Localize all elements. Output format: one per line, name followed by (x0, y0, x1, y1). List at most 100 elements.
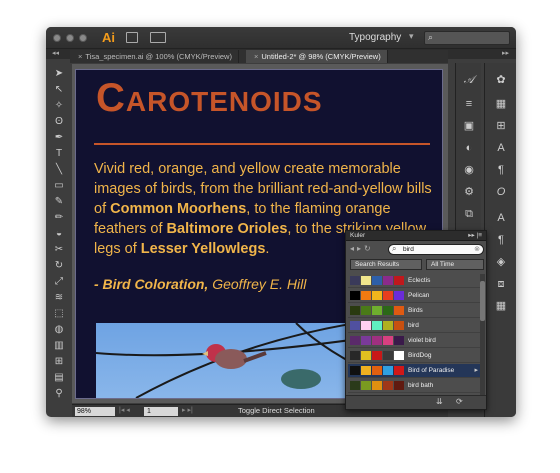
kuler-filter-select[interactable]: Search Results (350, 259, 422, 270)
status-text[interactable]: Toggle Direct Selection (238, 406, 315, 415)
close-window-button[interactable] (53, 34, 61, 42)
kuler-scroll-thumb[interactable] (480, 281, 485, 321)
artboard-quote[interactable]: - Bird Coloration, Geoffrey E. Hill (94, 276, 306, 292)
heading-rule[interactable] (94, 143, 430, 145)
kuler-time-select[interactable]: All Time (426, 259, 484, 270)
paragraph-icon[interactable]: ¶ (494, 163, 508, 177)
appearance-icon[interactable]: ⚙ (462, 185, 476, 199)
previous-artboard-icon[interactable]: |◂ ◂ (119, 406, 130, 414)
zoom-window-button[interactable] (79, 34, 87, 42)
direct-selection-tool-icon[interactable]: ↖ (52, 83, 66, 96)
paintbrush-tool-icon[interactable]: ✎ (52, 195, 66, 208)
add-to-swatches-icon[interactable]: ⇊ (436, 397, 443, 406)
close-icon[interactable]: × (78, 52, 82, 61)
kuler-theme-row[interactable]: Birds (348, 304, 482, 318)
help-search-input[interactable]: ⌕ (424, 31, 510, 45)
tab-tisa-specimen[interactable]: × Tisa_specimen.ai @ 100% (CMYK/Preview) (70, 50, 239, 63)
panel-menu-icon[interactable]: ▸▸ |≡ (468, 231, 482, 239)
color-swatch (361, 336, 371, 345)
body-text: . (265, 241, 270, 257)
lasso-tool-icon[interactable]: ʘ (52, 115, 66, 128)
arrange-documents-icon[interactable] (150, 32, 166, 43)
kuler-header[interactable]: Kuler ▸▸ |≡ (346, 231, 486, 241)
refresh-icon[interactable]: ⟳ (456, 397, 463, 406)
color-swatch (350, 321, 360, 330)
kuler-theme-row[interactable]: bird bath (348, 379, 482, 393)
chevron-down-icon[interactable]: ▾ (409, 31, 414, 42)
pen-tool-icon[interactable]: ✒ (52, 131, 66, 144)
kuler-theme-name: bird bath (408, 382, 434, 389)
type-tool-icon[interactable]: T (52, 147, 66, 160)
color-swatch (350, 366, 360, 375)
character-styles-icon[interactable]: 𝒜 (462, 73, 476, 87)
kuler-theme-row[interactable]: BirdDog (348, 349, 482, 363)
kuler-nav-icons[interactable]: ◂▸↻ (350, 244, 374, 253)
artboard-heading[interactable]: Carotenoids (96, 76, 323, 121)
stroke-icon[interactable]: ◉ (462, 163, 476, 177)
clear-search-icon[interactable]: ⊗ (474, 245, 480, 253)
kuler-theme-name: Eclectis (408, 277, 431, 284)
swatches-icon[interactable]: ▦ (494, 97, 508, 111)
bridge-icon[interactable] (126, 32, 138, 43)
kuler-theme-row[interactable]: Pelican (348, 289, 482, 303)
zoom-select[interactable]: 98% (75, 407, 115, 416)
shape-builder-tool-icon[interactable]: ◍ (52, 323, 66, 336)
expand-arrows-icon[interactable]: ▸▸ (502, 49, 509, 57)
selection-tool-icon[interactable]: ➤ (52, 67, 66, 80)
color-swatch (350, 291, 360, 300)
links-icon[interactable]: ⧉ (462, 207, 476, 221)
close-icon[interactable]: × (254, 52, 258, 61)
align-icon[interactable]: ≡ (462, 97, 476, 111)
color-swatch (394, 321, 404, 330)
quote-author: Geoffrey E. Hill (208, 276, 307, 292)
minimize-window-button[interactable] (66, 34, 74, 42)
warp-tool-icon[interactable]: ≋ (52, 291, 66, 304)
color-swatch (372, 321, 382, 330)
mesh-tool-icon[interactable]: ⊞ (52, 355, 66, 368)
kuler-theme-row[interactable]: Bird of Paradise ▸ (348, 364, 482, 378)
magic-wand-tool-icon[interactable]: ✧ (52, 99, 66, 112)
color-swatch (383, 351, 393, 360)
color-icon[interactable]: ✿ (494, 73, 508, 87)
chevron-right-icon[interactable]: ▸ (474, 366, 478, 374)
layers-icon[interactable]: ◈ (494, 255, 508, 269)
text-wrap-icon[interactable]: A (494, 211, 508, 225)
rectangle-tool-icon[interactable]: ▭ (52, 179, 66, 192)
pencil-tool-icon[interactable]: ✏ (52, 211, 66, 224)
color-swatch (350, 351, 360, 360)
color-swatch (394, 381, 404, 390)
kuler-panel: Kuler ▸▸ |≡ ◂▸↻ ⌕ bird ⊗ Search Results … (345, 230, 487, 410)
symbols-icon[interactable]: ⊞ (494, 119, 508, 133)
color-swatch (383, 276, 393, 285)
artboards-icon[interactable]: ⧈ (494, 277, 508, 291)
glyphs-icon[interactable]: O (494, 185, 508, 199)
workspace-switcher[interactable]: Typography (349, 32, 401, 43)
tab-untitled-2[interactable]: × Untitled-2* @ 98% (CMYK/Preview) (246, 50, 388, 63)
kuler-theme-row[interactable]: bird (348, 319, 482, 333)
scale-tool-icon[interactable]: ⤢ (52, 275, 66, 288)
blob-brush-tool-icon[interactable]: ◒ (52, 227, 66, 240)
opentype-icon[interactable]: ¶ (494, 233, 508, 247)
graph-tool-icon[interactable]: ▥ (52, 339, 66, 352)
kuler-theme-row[interactable]: Eclectis (348, 274, 482, 288)
kuler-theme-row[interactable]: violet bird (348, 334, 482, 348)
color-swatch (372, 291, 382, 300)
free-transform-tool-icon[interactable]: ⬚ (52, 307, 66, 320)
collapse-arrows-icon[interactable]: ◂◂ (52, 49, 59, 57)
scissors-tool-icon[interactable]: ✂ (52, 243, 66, 256)
eyedropper-tool-icon[interactable]: ⚲ (52, 387, 66, 400)
color-swatch (394, 336, 404, 345)
color-swatch (394, 306, 404, 315)
rotate-tool-icon[interactable]: ↻ (52, 259, 66, 272)
character-icon[interactable]: A (494, 141, 508, 155)
kuler-icon[interactable]: ▦ (494, 299, 508, 313)
gradient-icon[interactable]: ▣ (462, 119, 476, 133)
color-swatch (361, 321, 371, 330)
line-tool-icon[interactable]: ╲ (52, 163, 66, 176)
kuler-search-input[interactable]: ⌕ bird ⊗ (388, 244, 484, 255)
transparency-icon[interactable]: ◐ (462, 141, 476, 155)
artboard-number-select[interactable]: 1 (144, 407, 178, 416)
next-artboard-icon[interactable]: ▸ ▸| (182, 406, 193, 414)
color-swatch (394, 366, 404, 375)
gradient-tool-icon[interactable]: ▤ (52, 371, 66, 384)
